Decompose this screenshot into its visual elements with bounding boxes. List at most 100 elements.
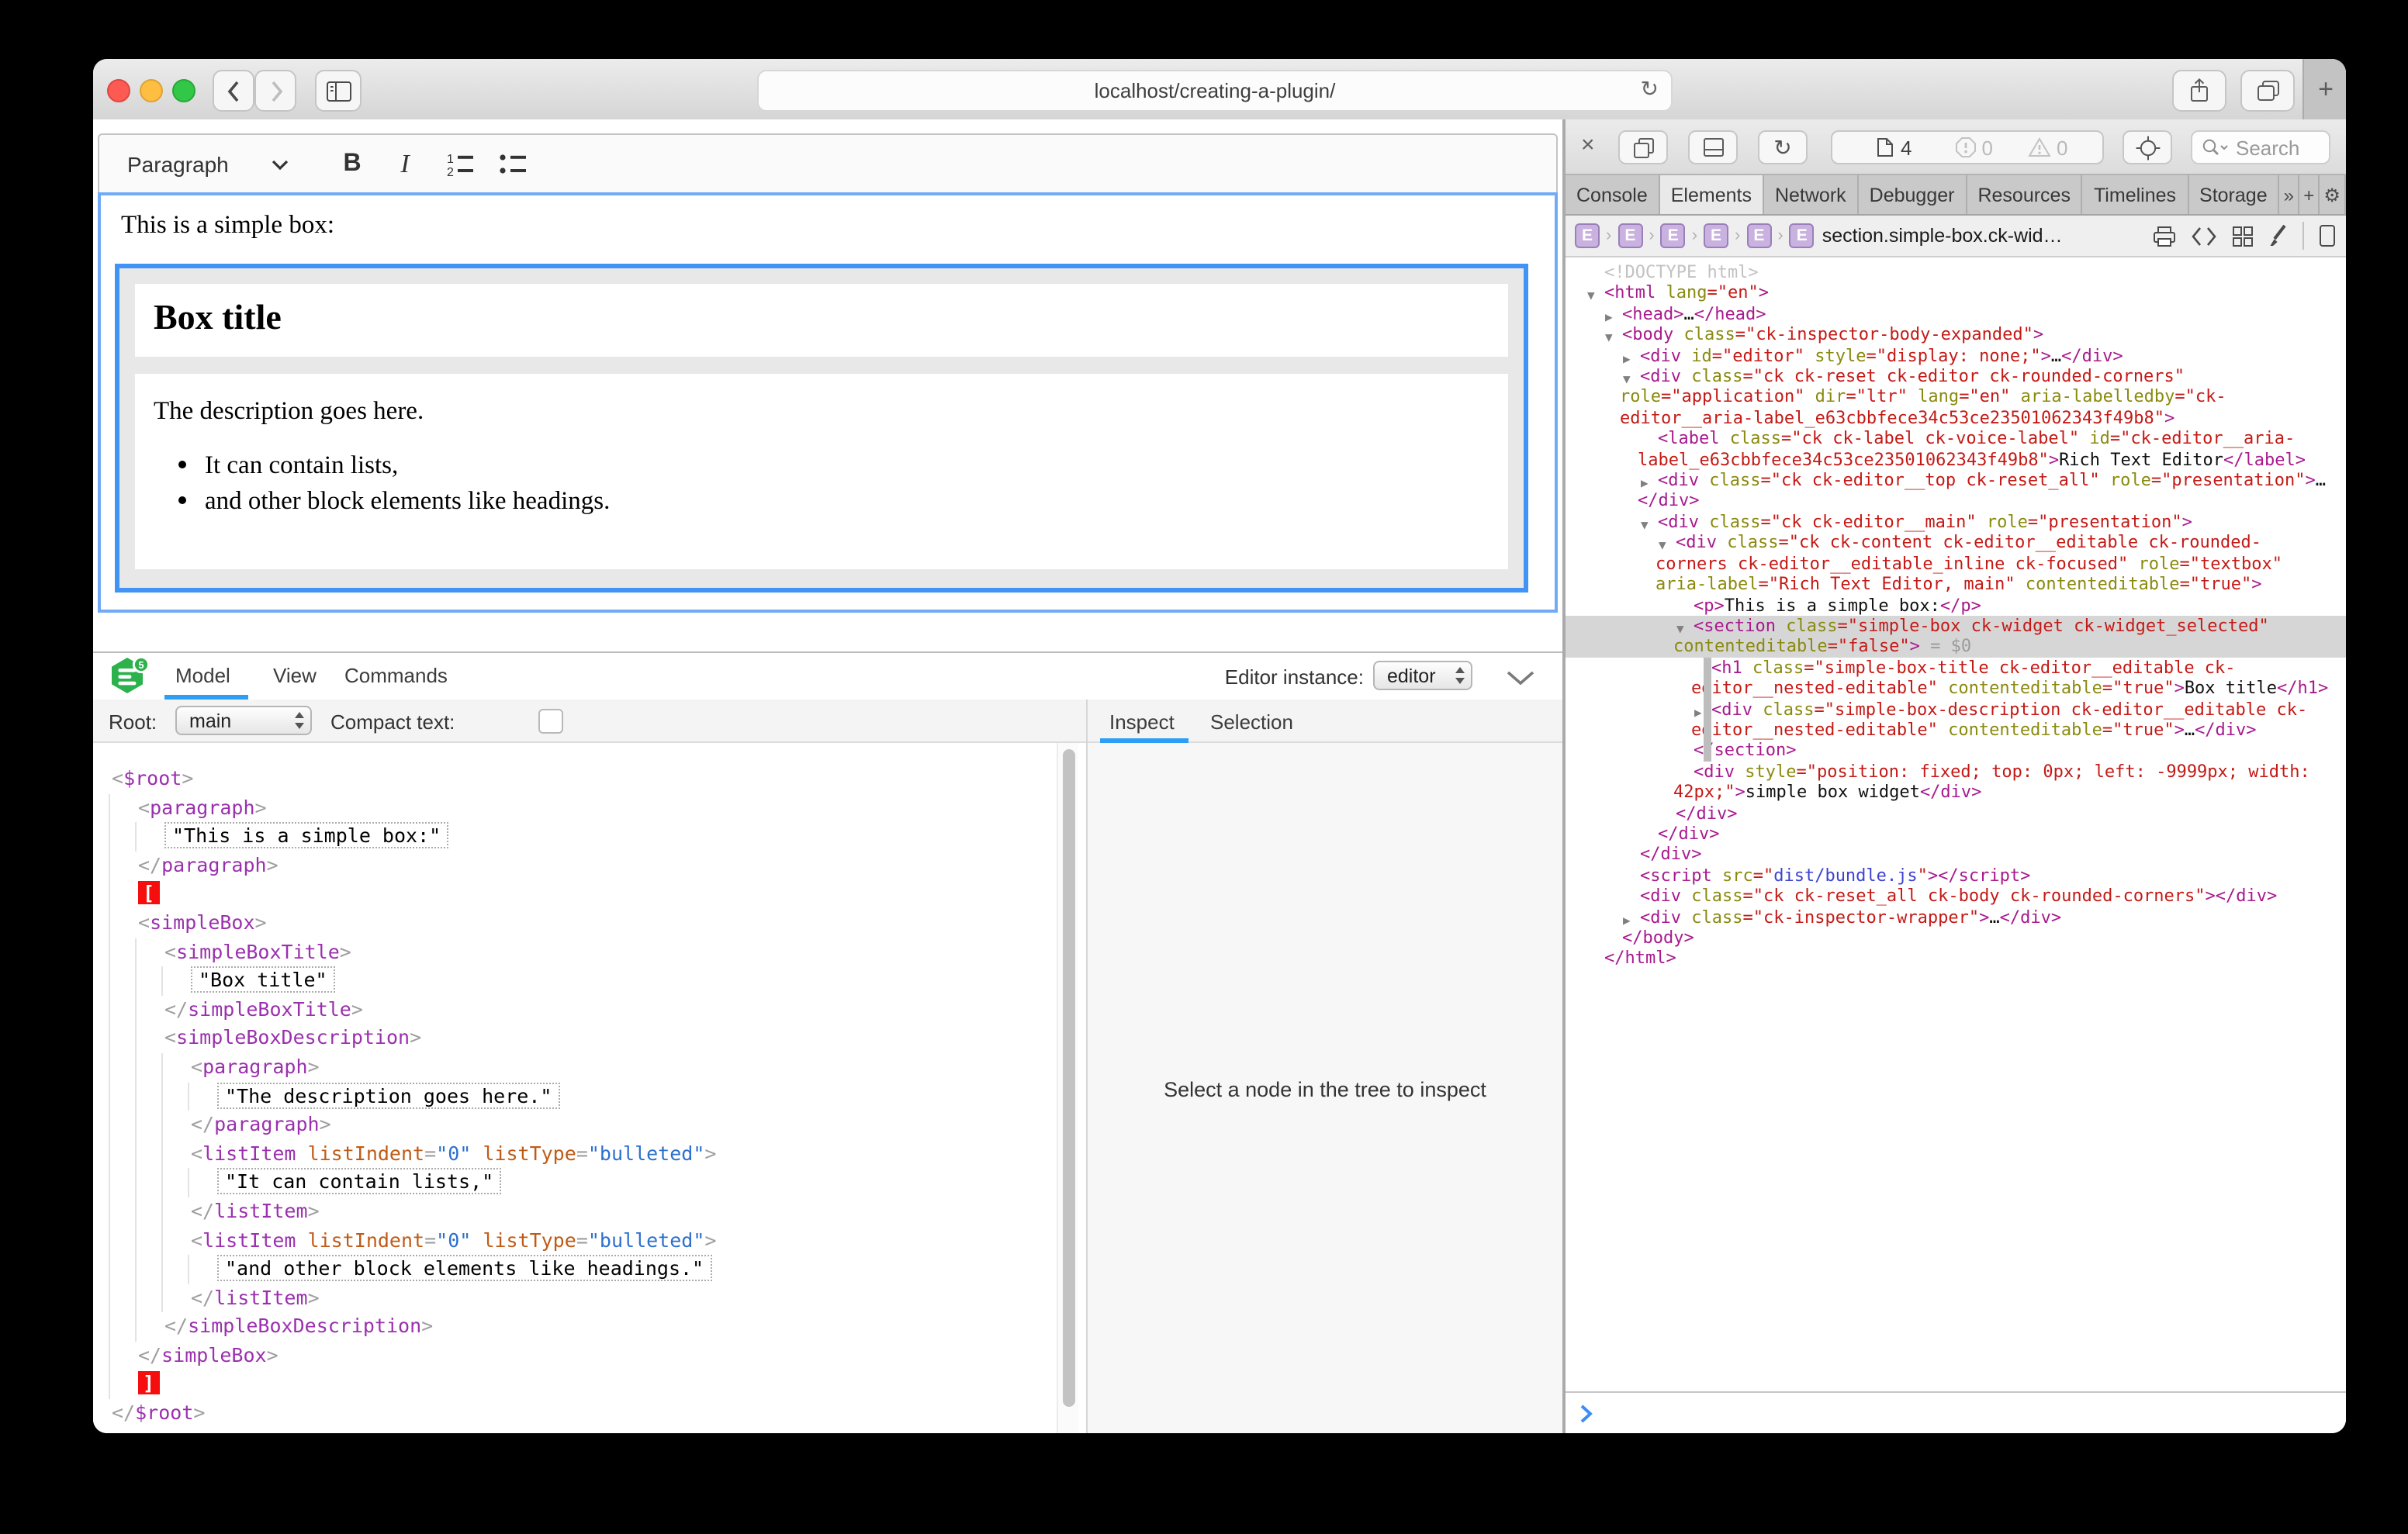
model-tree-row[interactable]: </simpleBoxTitle> bbox=[112, 996, 1057, 1024]
numbered-list-button[interactable]: 1 2 bbox=[438, 143, 484, 186]
model-tree-row[interactable]: <paragraph> bbox=[112, 1053, 1057, 1082]
forward-button[interactable] bbox=[254, 70, 296, 112]
dom-tree-row[interactable]: ▶<div class="simple-box-description ck-e… bbox=[1584, 699, 2330, 741]
editor-instance-select[interactable]: editor bbox=[1373, 661, 1472, 690]
model-tree-row[interactable]: [ bbox=[112, 880, 1057, 909]
bold-button[interactable]: B bbox=[329, 143, 375, 186]
devtools-reload-button[interactable]: ↻ bbox=[1758, 130, 1808, 164]
sidebar-toggle-button[interactable] bbox=[315, 70, 362, 112]
dom-tree-row[interactable]: </div> bbox=[1584, 824, 2330, 845]
tab-overview-button[interactable] bbox=[2240, 70, 2295, 112]
tab-add-button[interactable]: + bbox=[2299, 175, 2320, 214]
devtools-tab-elements[interactable]: Elements bbox=[1660, 175, 1764, 214]
dom-tree-row[interactable]: ▼<div class="ck ck-reset ck-editor ck-ro… bbox=[1584, 366, 2330, 428]
model-tree-row[interactable]: "and other block elements like headings.… bbox=[112, 1255, 1057, 1284]
devtools-dock-button[interactable] bbox=[1688, 130, 1738, 164]
model-tree[interactable]: <$root><paragraph>"This is a simple box:… bbox=[93, 743, 1057, 1433]
model-tree-row[interactable]: <paragraph> bbox=[112, 793, 1057, 822]
new-tab-button[interactable]: + bbox=[2302, 59, 2346, 119]
share-button[interactable] bbox=[2172, 70, 2226, 112]
compact-text-checkbox[interactable] bbox=[538, 709, 563, 734]
tab-model[interactable]: Model bbox=[175, 664, 230, 687]
dom-tree[interactable]: <!DOCTYPE html>▼<html lang="en">▶<head>…… bbox=[1566, 257, 2346, 1391]
collapsed-arrow-icon[interactable]: ▶ bbox=[1694, 702, 1702, 723]
editor-editable-area[interactable]: This is a simple box: Box title The desc… bbox=[98, 192, 1558, 613]
model-tree-row[interactable]: "The description goes here." bbox=[112, 1082, 1057, 1111]
element-picker-button[interactable] bbox=[2123, 130, 2172, 164]
dom-tree-row[interactable]: <!DOCTYPE html> bbox=[1584, 262, 2330, 283]
scrollbar-thumb[interactable] bbox=[1063, 749, 1075, 1407]
devtools-detach-button[interactable] bbox=[1618, 130, 1668, 164]
model-tree-row[interactable]: <simpleBoxDescription> bbox=[112, 1024, 1057, 1053]
box-title-heading[interactable]: Box title bbox=[135, 284, 1508, 352]
dom-tree-row[interactable]: </div> bbox=[1584, 845, 2330, 865]
model-tree-row[interactable]: </simpleBox> bbox=[112, 1342, 1057, 1370]
devtools-tab-resources[interactable]: Resources bbox=[1967, 175, 2083, 214]
dom-tree-row[interactable]: ▼<html lang="en"> bbox=[1584, 283, 2330, 304]
intro-paragraph[interactable]: This is a simple box: bbox=[121, 209, 334, 240]
model-tree-row[interactable]: </$root> bbox=[112, 1399, 1057, 1428]
simple-box-description-area[interactable]: The description goes here. It can contai… bbox=[135, 374, 1508, 569]
model-tree-row[interactable]: "This is a simple box:" bbox=[112, 822, 1057, 851]
back-button[interactable] bbox=[213, 70, 254, 112]
dom-tree-row[interactable]: ▼<body class="ck-inspector-body-expanded… bbox=[1584, 324, 2330, 345]
devtools-tab-timelines[interactable]: Timelines bbox=[2083, 175, 2188, 214]
devtools-close-button[interactable]: × bbox=[1581, 132, 1595, 158]
dom-tree-row[interactable]: ▼<div class="ck ck-content ck-editor__ed… bbox=[1584, 533, 2330, 595]
model-tree-row[interactable]: <listItem listIndent="0" listType="bulle… bbox=[112, 1226, 1057, 1255]
tab-commands[interactable]: Commands bbox=[344, 664, 448, 687]
tab-overflow-button[interactable]: » bbox=[2280, 175, 2300, 214]
model-tree-row[interactable]: <simpleBox> bbox=[112, 909, 1057, 938]
breadcrumb-element-badge[interactable]: E bbox=[1790, 223, 1815, 248]
model-tree-row[interactable]: </listItem> bbox=[112, 1197, 1057, 1226]
zoom-window-button[interactable] bbox=[172, 79, 195, 102]
expanded-arrow-icon[interactable]: ▼ bbox=[1659, 536, 1666, 557]
dom-tree-row[interactable]: <script src="dist/bundle.js"></script> bbox=[1584, 865, 2330, 886]
url-field[interactable]: localhost/creating-a-plugin/ ↻ bbox=[757, 70, 1673, 112]
model-tree-row[interactable]: ] bbox=[112, 1370, 1057, 1399]
devtools-tab-network[interactable]: Network bbox=[1764, 175, 1859, 214]
simple-box-title-area[interactable]: Box title bbox=[135, 284, 1508, 357]
details-sidebar-icon[interactable] bbox=[2318, 223, 2337, 248]
dom-tree-row[interactable]: <label class="ck ck-label ck-voice-label… bbox=[1584, 429, 2330, 471]
list-item[interactable]: and other block elements like headings. bbox=[205, 485, 1508, 517]
devtools-search-field[interactable]: Search bbox=[2191, 130, 2330, 164]
expanded-arrow-icon[interactable]: ▼ bbox=[1623, 369, 1631, 390]
tab-view[interactable]: View bbox=[273, 664, 317, 687]
breadcrumb-element-badge[interactable]: E bbox=[1661, 223, 1686, 248]
dom-tree-row[interactable]: ▼<div class="ck ck-editor__main" role="p… bbox=[1584, 512, 2330, 533]
devtools-tab-storage[interactable]: Storage bbox=[2188, 175, 2280, 214]
description-paragraph[interactable]: The description goes here. bbox=[154, 396, 1508, 427]
tab-selection[interactable]: Selection bbox=[1210, 710, 1293, 734]
grid-layout-icon[interactable] bbox=[2231, 224, 2254, 247]
inspector-collapse-button[interactable] bbox=[1507, 667, 1534, 695]
close-window-button[interactable] bbox=[107, 79, 130, 102]
tab-settings-button[interactable]: ⚙ bbox=[2320, 175, 2346, 214]
model-tree-row[interactable]: </simpleBoxDescription> bbox=[112, 1313, 1057, 1342]
dom-tree-row[interactable]: ▶<head>…</head> bbox=[1584, 304, 2330, 325]
source-code-icon[interactable] bbox=[2191, 224, 2217, 247]
devtools-tab-console[interactable]: Console bbox=[1566, 175, 1660, 214]
devtools-status-group[interactable]: 4 0 0 bbox=[1831, 130, 2104, 164]
model-tree-scrollbar[interactable] bbox=[1057, 743, 1078, 1433]
dom-tree-row[interactable]: ▶<div id="editor" style="display: none;"… bbox=[1584, 345, 2330, 366]
italic-button[interactable]: I bbox=[382, 143, 428, 186]
dom-tree-row-selected[interactable]: ▼<section class="simple-box ck-widget ck… bbox=[1566, 616, 2346, 658]
quick-console[interactable] bbox=[1566, 1391, 2346, 1433]
simple-box-widget[interactable]: Box title The description goes here. It … bbox=[115, 264, 1528, 593]
model-tree-row[interactable]: <simpleBoxTitle> bbox=[112, 938, 1057, 966]
dom-tree-row[interactable]: <div style="position: fixed; top: 0px; l… bbox=[1584, 762, 2330, 803]
reload-icon[interactable]: ↻ bbox=[1641, 76, 1659, 102]
model-tree-row[interactable]: </listItem> bbox=[112, 1284, 1057, 1312]
model-tree-row[interactable]: "It can contain lists," bbox=[112, 1169, 1057, 1197]
dom-tree-row[interactable]: ▶<div class="ck ck-editor__top ck-reset_… bbox=[1584, 470, 2330, 512]
list-item[interactable]: It can contain lists, bbox=[205, 450, 1508, 481]
breadcrumb-selected-node[interactable]: section.simple-box.ck-wid… bbox=[1822, 225, 2063, 247]
dom-tree-row[interactable]: </div> bbox=[1584, 803, 2330, 824]
dom-tree-row[interactable]: </section> bbox=[1584, 741, 2330, 762]
bulleted-list-button[interactable] bbox=[490, 143, 537, 186]
breadcrumb-element-badge[interactable]: E bbox=[1575, 223, 1600, 248]
dom-tree-row[interactable]: <h1 class="simple-box-title ck-editor__e… bbox=[1584, 657, 2330, 699]
dom-tree-row[interactable]: </body> bbox=[1584, 928, 2330, 948]
model-tree-row[interactable]: <$root> bbox=[112, 765, 1057, 793]
